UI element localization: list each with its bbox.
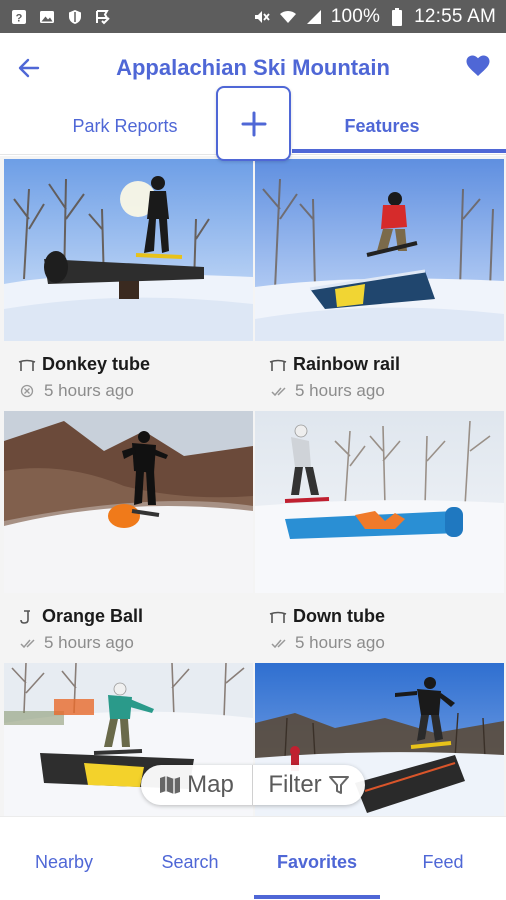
cancel-circle-icon — [20, 384, 34, 398]
rail-icon — [269, 611, 287, 623]
feature-time: 5 hours ago — [44, 633, 134, 652]
back-button[interactable] — [14, 53, 44, 83]
active-tab-indicator — [292, 149, 506, 153]
feature-photo — [255, 411, 504, 593]
help-icon: ? — [10, 8, 28, 26]
battery-icon — [388, 7, 406, 26]
rail-icon — [269, 359, 287, 371]
feature-card[interactable]: Orange Ball 5 hours ago — [4, 411, 253, 661]
status-bar: ? 100% 12:55 AM — [0, 0, 506, 33]
tab-park-reports[interactable]: Park Reports — [30, 106, 220, 146]
nav-nearby[interactable]: Nearby — [10, 847, 118, 877]
bottom-nav: Nearby Search Favorites Feed — [0, 816, 506, 900]
feature-photo — [4, 159, 253, 341]
nav-favorites[interactable]: Favorites — [254, 847, 380, 877]
plus-icon — [241, 111, 266, 136]
double-check-icon — [271, 639, 286, 649]
flag-check-icon — [94, 8, 112, 26]
features-grid: Donkey tube 5 hours ago Rainbow rail 5 h… — [0, 156, 506, 816]
favorite-button[interactable] — [466, 55, 492, 79]
map-icon — [160, 776, 181, 794]
svg-text:?: ? — [16, 12, 23, 24]
nav-search[interactable]: Search — [136, 847, 244, 877]
double-check-icon — [20, 639, 35, 649]
hook-icon — [20, 609, 30, 624]
arrow-left-icon — [18, 58, 40, 78]
feature-card[interactable]: Rainbow rail 5 hours ago — [255, 159, 504, 409]
feature-photo — [4, 411, 253, 593]
wifi-icon — [279, 8, 297, 26]
battery-percent: 100% — [330, 5, 381, 27]
feature-time: 5 hours ago — [44, 381, 134, 400]
nav-feed[interactable]: Feed — [390, 847, 496, 877]
filter-button[interactable]: Filter — [253, 765, 365, 805]
map-filter-pill: Map Filter — [141, 765, 365, 805]
active-nav-indicator — [254, 895, 380, 899]
filter-label: Filter — [268, 771, 322, 798]
feature-name: Donkey tube — [42, 354, 151, 374]
image-icon — [38, 8, 56, 26]
map-button[interactable]: Map — [141, 765, 253, 805]
mute-icon — [253, 8, 271, 26]
page-title: Appalachian Ski Mountain — [116, 55, 390, 80]
filter-icon — [328, 776, 349, 794]
map-label: Map — [187, 771, 234, 798]
tab-features[interactable]: Features — [292, 106, 472, 146]
clock: 12:55 AM — [414, 5, 496, 27]
feature-card[interactable]: Down tube 5 hours ago — [255, 411, 504, 661]
feature-time: 5 hours ago — [295, 381, 385, 400]
double-check-icon — [271, 387, 286, 397]
feature-card[interactable]: Donkey tube 5 hours ago — [4, 159, 253, 409]
signal-icon — [305, 8, 323, 26]
feature-name: Orange Ball — [42, 606, 144, 626]
feature-time: 5 hours ago — [295, 633, 385, 652]
rail-icon — [18, 359, 36, 371]
shield-icon — [66, 8, 84, 26]
feature-photo — [255, 159, 504, 341]
add-report-button[interactable] — [216, 86, 291, 161]
feature-name: Rainbow rail — [293, 354, 401, 374]
feature-name: Down tube — [293, 606, 385, 626]
heart-icon — [466, 55, 490, 76]
